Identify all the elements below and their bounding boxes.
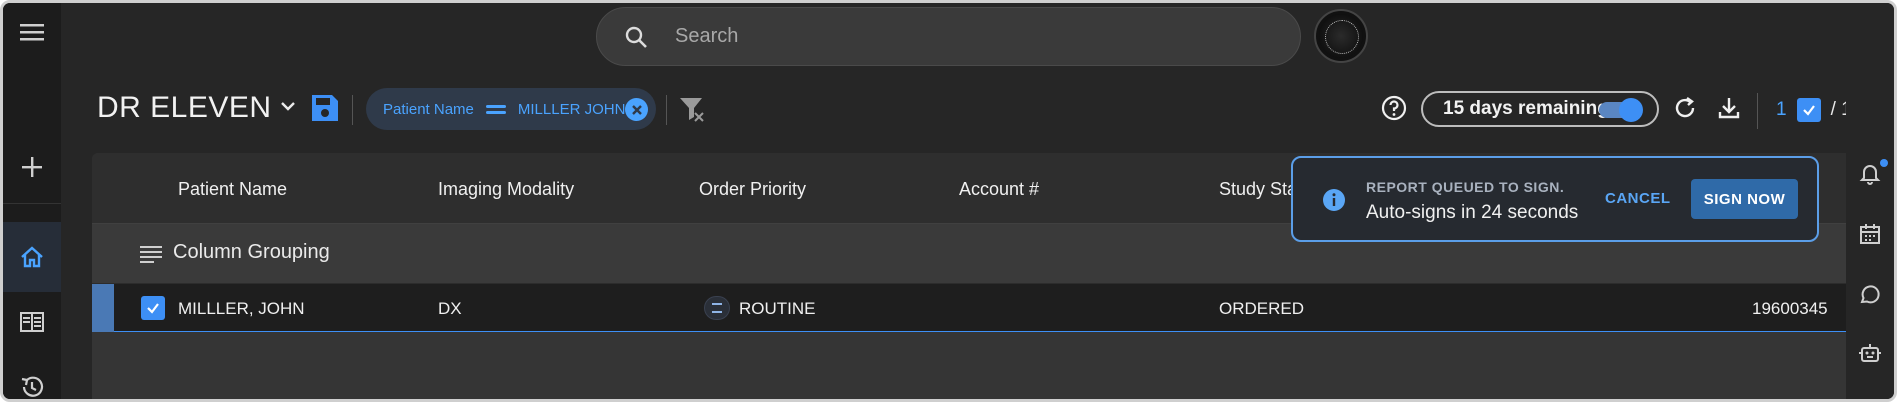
row-checkbox[interactable]: [141, 296, 165, 320]
filter-chip[interactable]: Patient Name MILLLER JOHN: [366, 88, 656, 130]
selected-count: 1: [1776, 99, 1787, 120]
bot-icon[interactable]: [1858, 341, 1882, 370]
chevron-down-icon[interactable]: [279, 97, 297, 120]
cell-modality: DX: [438, 299, 462, 318]
menu-icon[interactable]: [3, 3, 61, 61]
trial-toggle[interactable]: [1599, 98, 1643, 122]
download-icon[interactable]: [1717, 96, 1741, 125]
filter-chip-field: Patient Name: [383, 100, 474, 118]
cell-priority: ROUTINE: [739, 299, 816, 318]
column-header-patient-name[interactable]: Patient Name: [178, 179, 287, 200]
search-input[interactable]: [675, 25, 1235, 48]
trial-status-pill[interactable]: 15 days remaining: [1421, 91, 1659, 127]
sign-now-button[interactable]: SIGN NOW: [1691, 179, 1798, 219]
table-row[interactable]: MILLLER, JOHN DX ROUTINE ORDERED 1960034…: [92, 284, 1852, 332]
cell-id: 19600345: [1752, 299, 1828, 318]
cell-study-status: ORDERED: [1219, 299, 1305, 318]
add-icon[interactable]: [3, 138, 61, 196]
search-bar[interactable]: [596, 7, 1301, 66]
column-header-imaging-modality[interactable]: Imaging Modality: [438, 179, 574, 200]
left-rail: [3, 3, 61, 399]
history-icon[interactable]: [3, 358, 61, 399]
search-icon[interactable]: [597, 25, 675, 49]
sign-queue-toast: REPORT QUEUED TO SIGN. Auto-signs in 24 …: [1291, 156, 1819, 242]
bell-icon[interactable]: [1858, 161, 1882, 190]
worklist-icon[interactable]: [3, 293, 61, 351]
info-icon: [1322, 188, 1346, 217]
calendar-icon[interactable]: [1858, 222, 1882, 251]
cancel-button[interactable]: CANCEL: [1605, 190, 1671, 207]
chat-icon[interactable]: [1858, 283, 1882, 312]
select-all-checkbox[interactable]: [1796, 98, 1821, 122]
toast-title: REPORT QUEUED TO SIGN.: [1366, 179, 1565, 195]
equals-icon: [486, 102, 506, 117]
filter-clear-icon[interactable]: [678, 95, 706, 128]
refresh-icon[interactable]: [1673, 96, 1697, 125]
priority-equals-icon: [704, 296, 730, 320]
toast-message: Auto-signs in 24 seconds: [1366, 202, 1579, 223]
app-window: DR ELEVEN Patient Name MILLLER JOHN 15 d…: [0, 0, 1897, 402]
rail-divider: [3, 203, 61, 204]
notification-dot: [1880, 159, 1888, 167]
save-icon[interactable]: [310, 93, 340, 128]
close-icon[interactable]: [625, 98, 648, 121]
avatar[interactable]: [1314, 9, 1368, 63]
column-header-account[interactable]: Account #: [959, 179, 1039, 200]
toolbar-divider: [352, 95, 353, 125]
cell-patient-name: MILLLER, JOHN: [178, 299, 305, 318]
page-title: DR ELEVEN: [97, 91, 272, 124]
days-remaining-label: 15 days remaining: [1443, 98, 1609, 119]
toolbar-divider: [666, 95, 667, 125]
row-selection-indicator: [92, 284, 114, 332]
filter-chip-value: MILLLER JOHN: [517, 100, 626, 118]
toolbar-divider: [1757, 93, 1758, 129]
column-header-study-status[interactable]: Study Sta: [1219, 179, 1297, 200]
grouping-icon: [140, 245, 162, 270]
help-icon[interactable]: [1381, 95, 1407, 126]
home-icon[interactable]: [3, 222, 61, 292]
column-header-order-priority[interactable]: Order Priority: [699, 179, 806, 200]
right-rail: [1846, 3, 1894, 399]
grouping-label: Column Grouping: [173, 241, 330, 263]
selection-count: 1 / 1: [1776, 98, 1852, 122]
